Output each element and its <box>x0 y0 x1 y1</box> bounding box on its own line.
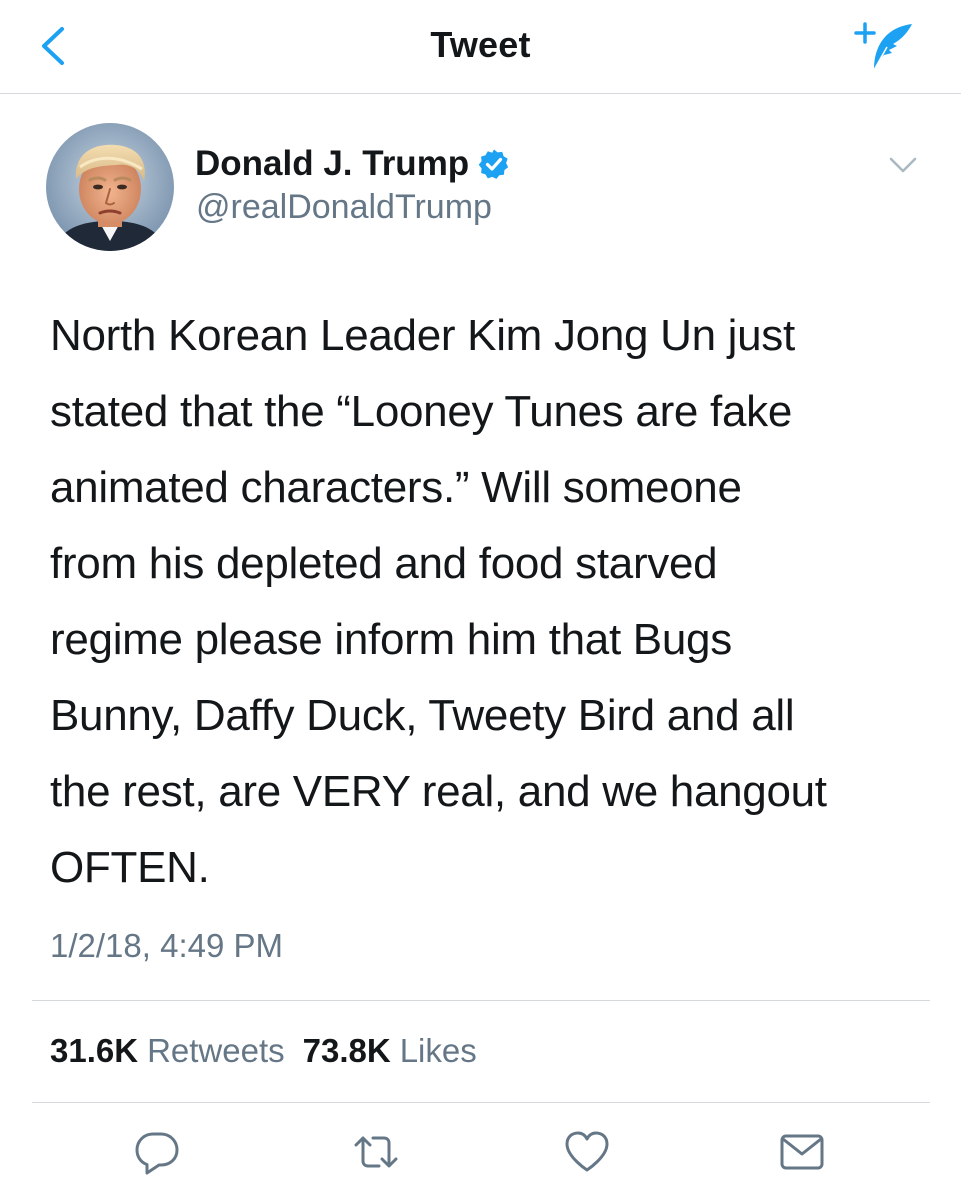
compose-tweet-icon <box>854 22 912 71</box>
likes-stat[interactable]: 73.8K Likes <box>303 1032 477 1070</box>
compose-tweet-button[interactable] <box>852 18 918 74</box>
retweets-label: Retweets <box>147 1032 285 1069</box>
divider <box>32 1102 930 1103</box>
tweet-timestamp: 1/2/18, 4:49 PM <box>50 927 283 964</box>
retweet-icon <box>354 1136 398 1168</box>
retweets-stat[interactable]: 31.6K Retweets <box>50 1032 285 1070</box>
tweet-text-line: OFTEN. <box>50 843 210 892</box>
tweet-text-line: North Korean Leader Kim Jong Un just <box>50 311 795 360</box>
likes-count: 73.8K <box>302 1032 391 1069</box>
author-name-row[interactable]: Donald J. Trump <box>195 143 510 185</box>
tweet-text-line: regime please inform him that Bugs <box>50 615 732 664</box>
like-button[interactable] <box>563 1128 611 1176</box>
share-via-message-button[interactable] <box>778 1128 826 1176</box>
retweets-count: 31.6K <box>50 1032 139 1069</box>
author-name[interactable]: Donald J. Trump <box>195 144 469 184</box>
tweet-text-line: Bunny, Daffy Duck, Tweety Bird and all <box>50 691 795 740</box>
reply-icon <box>135 1132 179 1175</box>
profile-photo <box>46 123 174 251</box>
tweet-text-line: animated characters.” Will someone <box>50 463 742 512</box>
navigation-bar: Tweet <box>0 0 961 94</box>
heart-icon <box>565 1131 609 1172</box>
tweet-text-line: stated that the “Looney Tunes are fake <box>50 387 792 436</box>
avatar[interactable] <box>46 123 174 251</box>
envelope-icon <box>780 1134 824 1170</box>
tweet-options-button[interactable] <box>886 152 920 178</box>
tweet-stats: 31.6K Retweets 73.8K Likes <box>50 1032 477 1070</box>
page-title: Tweet <box>430 24 531 65</box>
chevron-down-icon <box>889 157 917 173</box>
author-handle[interactable]: @realDonaldTrump <box>196 188 492 227</box>
likes-label: Likes <box>399 1032 477 1069</box>
retweet-button[interactable] <box>352 1128 400 1176</box>
tweet-text-line: the rest, are VERY real, and we hangout <box>50 767 827 816</box>
divider <box>32 1000 930 1001</box>
tweet-text: North Korean Leader Kim Jong Un just sta… <box>50 298 930 906</box>
reply-button[interactable] <box>133 1128 181 1176</box>
verified-badge-icon <box>478 149 509 179</box>
tweet-text-line: from his depleted and food starved <box>50 539 718 588</box>
